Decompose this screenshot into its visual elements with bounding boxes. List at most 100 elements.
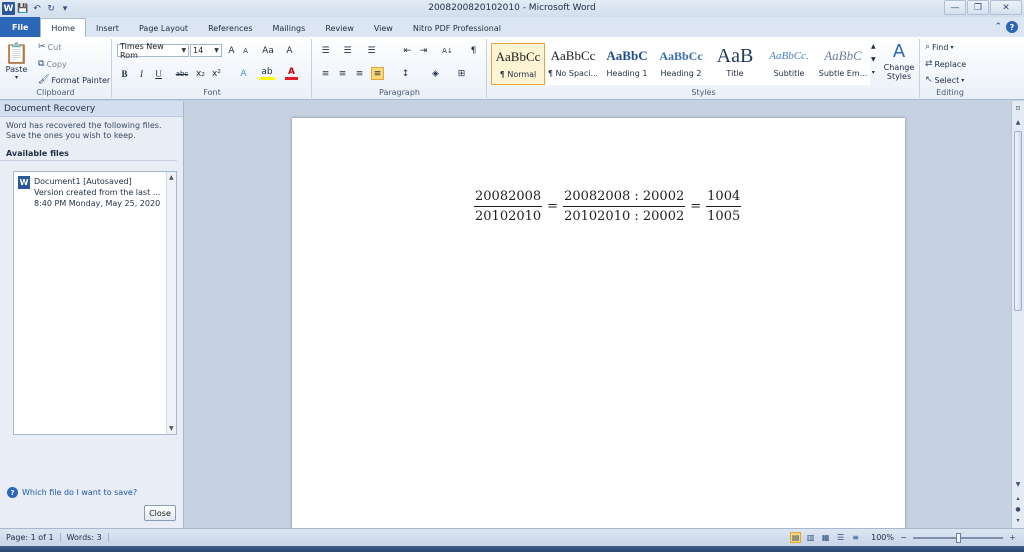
font-name-combo[interactable]: Times New Rom ▼ xyxy=(117,41,189,60)
change-styles-button[interactable]: A Change Styles xyxy=(881,41,917,81)
document-page[interactable]: 20082008 20102010 = 20082008 : 20002 201… xyxy=(292,118,905,528)
zoom-in-button[interactable]: + xyxy=(1007,532,1018,543)
minimize-button[interactable]: — xyxy=(944,0,966,15)
font-name-value: Times New Rom xyxy=(120,41,164,60)
multilevel-list-icon[interactable]: ☰ xyxy=(365,44,378,57)
draft-icon[interactable]: ≡ xyxy=(850,532,861,543)
close-button[interactable]: Close xyxy=(144,505,176,521)
style-heading-2[interactable]: AaBbCc Heading 2 xyxy=(654,43,708,85)
tab-mailings[interactable]: Mailings xyxy=(263,19,316,37)
scroll-down-icon[interactable]: ▼ xyxy=(169,425,174,432)
tab-file[interactable]: File xyxy=(0,17,41,37)
word-count[interactable]: Words: 3 xyxy=(61,533,109,542)
equation[interactable]: 20082008 20102010 = 20082008 : 20002 201… xyxy=(472,189,743,224)
cut-button[interactable]: ✂ Cut xyxy=(38,42,61,52)
ruler-toggle-icon[interactable]: ⊡ xyxy=(1013,103,1023,113)
find-button[interactable]: ⌕ Find ▾ xyxy=(925,42,953,52)
tab-home[interactable]: Home xyxy=(40,18,86,37)
scroll-down-icon[interactable]: ▼ xyxy=(1013,479,1023,489)
tab-references[interactable]: References xyxy=(198,19,262,37)
shading-icon[interactable]: ◈ xyxy=(429,67,442,80)
undo-icon[interactable]: ↶ xyxy=(31,3,43,15)
next-page-icon[interactable]: ▾ xyxy=(1013,515,1023,525)
shrink-font-button[interactable]: A xyxy=(239,44,252,57)
tab-review[interactable]: Review xyxy=(315,19,364,37)
styles-gallery-scroll[interactable]: ▲ ▼ ▾ xyxy=(871,43,876,76)
justify-icon[interactable]: ≡ xyxy=(371,67,384,80)
style-heading-1[interactable]: AaBbC Heading 1 xyxy=(600,43,654,85)
style-no-spacing[interactable]: AaBbCc ¶ No Spaci... xyxy=(546,43,600,85)
denominator: 1005 xyxy=(707,209,741,224)
strikethrough-button[interactable]: abc xyxy=(174,67,190,80)
vertical-scrollbar[interactable]: ⊡ ▲ ▼ ▴ ● ▾ xyxy=(1011,101,1024,528)
change-case-button[interactable]: Aa xyxy=(259,44,277,57)
help-icon[interactable]: ? xyxy=(1006,21,1018,33)
outline-icon[interactable]: ☰ xyxy=(835,532,846,543)
tab-page-layout[interactable]: Page Layout xyxy=(129,19,198,37)
scrollbar-thumb[interactable] xyxy=(1014,131,1022,311)
underline-button[interactable]: U xyxy=(152,67,165,80)
zoom-slider[interactable] xyxy=(913,532,1003,543)
line-spacing-icon[interactable]: ↕ xyxy=(399,67,412,80)
grow-font-button[interactable]: A xyxy=(225,44,238,57)
tab-insert[interactable]: Insert xyxy=(86,19,129,37)
web-layout-icon[interactable]: ▦ xyxy=(820,532,831,543)
highlight-button[interactable]: ab xyxy=(259,67,275,80)
decrease-indent-icon[interactable]: ⇤ xyxy=(401,44,414,57)
full-screen-reading-icon[interactable]: ▥ xyxy=(805,532,816,543)
previous-page-icon[interactable]: ▴ xyxy=(1013,493,1023,503)
list-item[interactable]: W Document1 [Autosaved] Version created … xyxy=(14,172,176,213)
borders-icon[interactable]: ⊞ xyxy=(455,67,468,80)
select-button[interactable]: ↖ Select ▾ xyxy=(925,75,964,85)
sort-icon[interactable]: A↓ xyxy=(441,44,454,57)
chevron-down-icon[interactable]: ▼ xyxy=(871,56,876,63)
style-subtle-emphasis[interactable]: AaBbC Subtle Em... xyxy=(816,43,870,85)
zoom-level[interactable]: 100% xyxy=(871,533,894,542)
scroll-up-icon[interactable]: ▲ xyxy=(169,174,174,181)
customize-qat-icon[interactable]: ▾ xyxy=(59,3,71,15)
numbering-icon[interactable]: ☰ xyxy=(341,44,354,57)
italic-button[interactable]: I xyxy=(135,67,148,80)
format-painter-button[interactable]: 🖌 Format Painter xyxy=(38,75,110,85)
word-logo-icon[interactable]: W xyxy=(2,2,15,15)
subscript-button[interactable]: x₂ xyxy=(194,67,207,80)
more-styles-icon[interactable]: ▾ xyxy=(872,69,875,76)
redo-icon[interactable]: ↻ xyxy=(45,3,57,15)
tab-view[interactable]: View xyxy=(364,19,403,37)
font-size-combo[interactable]: 14 ▼ xyxy=(190,44,222,57)
clear-formatting-icon[interactable]: A xyxy=(283,44,296,57)
minimize-ribbon-icon[interactable]: ⌃ xyxy=(994,22,1002,32)
font-color-button[interactable]: A xyxy=(285,67,298,80)
save-icon[interactable]: 💾 xyxy=(17,3,29,15)
style-subtitle[interactable]: AaBbCc. Subtitle xyxy=(762,43,816,85)
page-count[interactable]: Page: 1 of 1 xyxy=(0,533,61,542)
align-right-icon[interactable]: ≡ xyxy=(353,67,366,80)
close-window-button[interactable]: ✕ xyxy=(990,0,1022,15)
superscript-button[interactable]: x² xyxy=(210,67,223,80)
chevron-down-icon[interactable]: ▼ xyxy=(212,45,221,56)
replace-button[interactable]: ⇄ Replace xyxy=(925,59,966,69)
print-layout-icon[interactable]: ▤ xyxy=(790,532,802,543)
chevron-down-icon[interactable]: ▼ xyxy=(180,45,188,56)
bullets-icon[interactable]: ☰ xyxy=(319,44,332,57)
list-scrollbar[interactable]: ▲ ▼ xyxy=(166,172,176,434)
browse-object-icon[interactable]: ● xyxy=(1013,504,1023,514)
paste-button[interactable]: 📋 Paste ▾ xyxy=(4,41,29,81)
paste-label: Paste xyxy=(5,65,28,74)
align-left-icon[interactable]: ≡ xyxy=(319,67,332,80)
show-marks-icon[interactable]: ¶ xyxy=(467,44,480,57)
style-normal[interactable]: AaBbCc ¶ Normal xyxy=(491,43,545,85)
chevron-up-icon[interactable]: ▲ xyxy=(871,43,876,50)
scroll-up-icon[interactable]: ▲ xyxy=(1013,117,1023,127)
tab-nitro-pdf[interactable]: Nitro PDF Professional xyxy=(403,19,511,37)
text-effects-button[interactable]: A xyxy=(237,67,250,80)
help-link[interactable]: ? Which file do I want to save? xyxy=(7,487,137,498)
zoom-out-button[interactable]: − xyxy=(898,532,909,543)
copy-button[interactable]: ⧉ Copy xyxy=(38,59,67,69)
align-center-icon[interactable]: ≡ xyxy=(336,67,349,80)
style-title[interactable]: AaB Title xyxy=(708,43,762,85)
maximize-button[interactable]: ❐ xyxy=(967,0,989,15)
increase-indent-icon[interactable]: ⇥ xyxy=(417,44,430,57)
zoom-slider-knob[interactable] xyxy=(956,532,961,543)
bold-button[interactable]: B xyxy=(118,67,131,80)
